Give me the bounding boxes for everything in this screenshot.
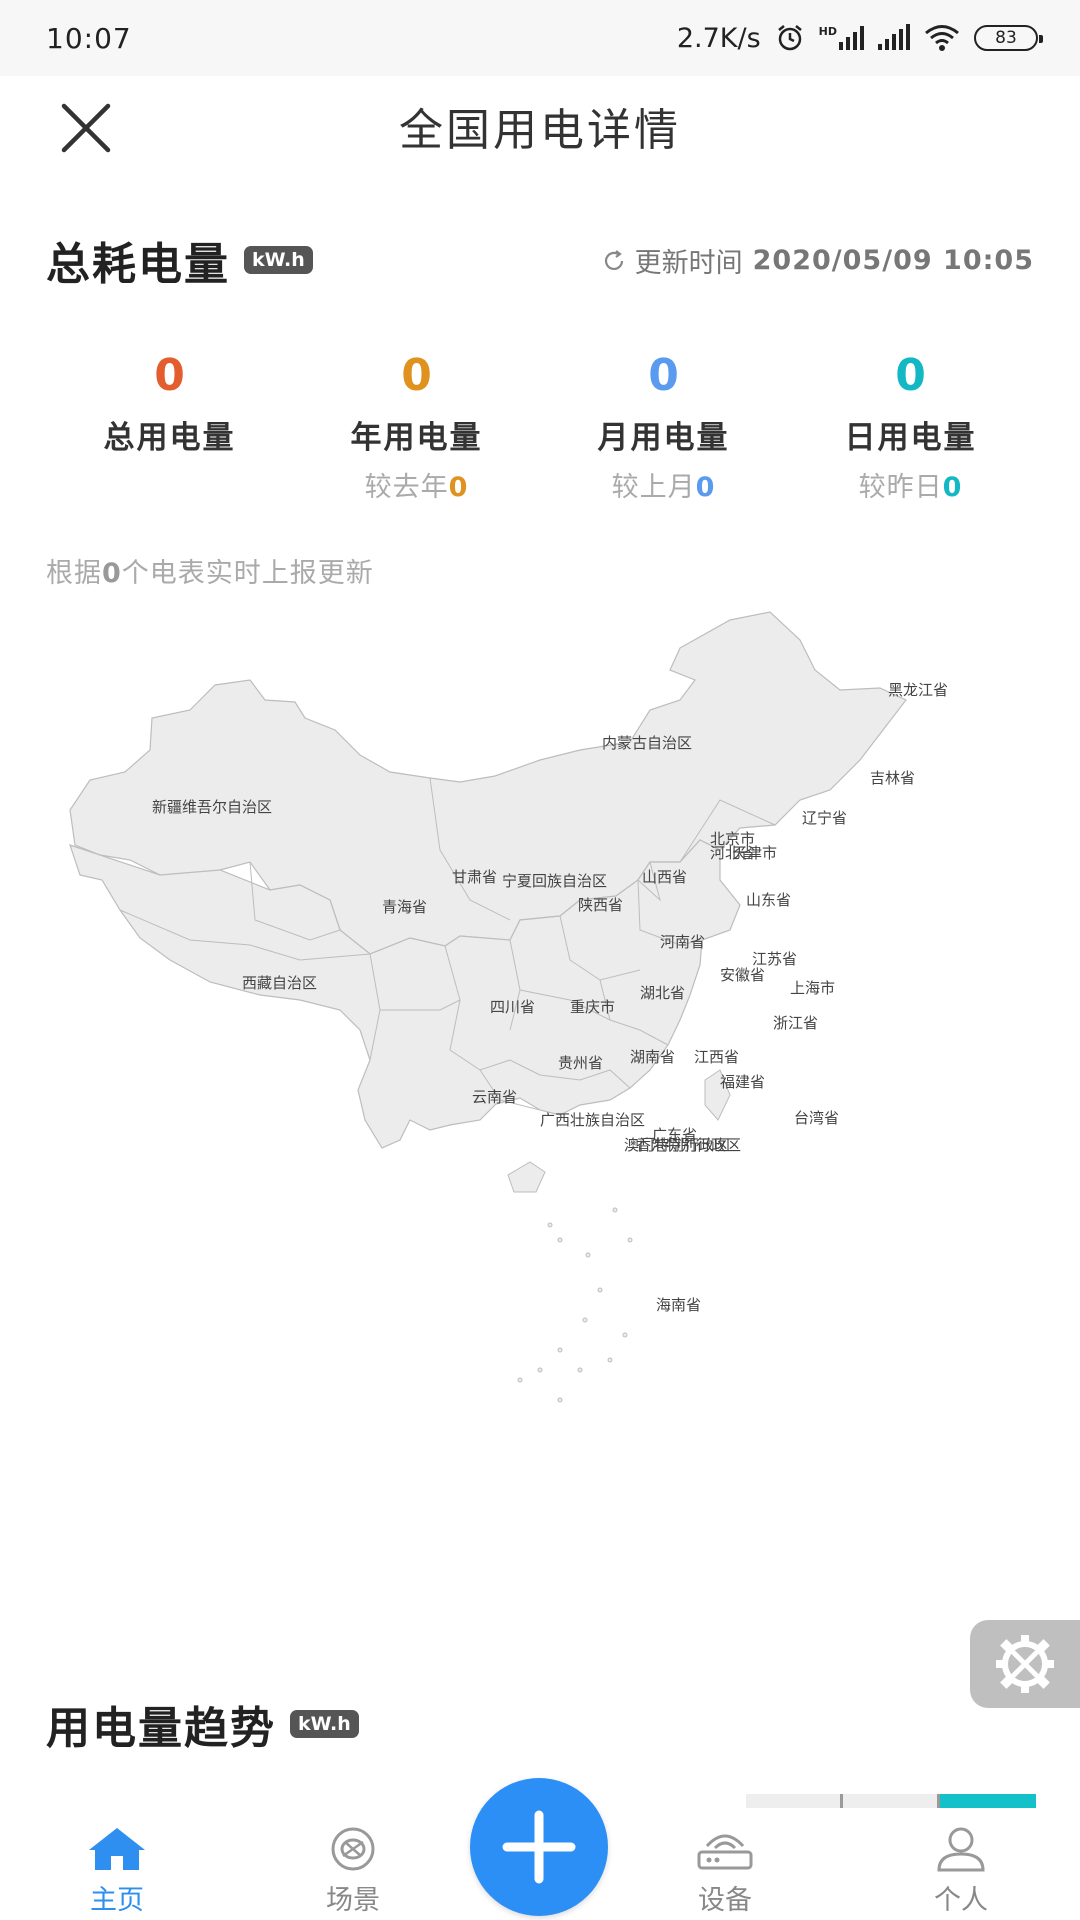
- stats-row: 0 总用电量 0 年用电量 较去年0 0 月用电量 较上月0 0 日用电量 较昨…: [46, 350, 1034, 504]
- trend-header: 用电量趋势 kW.h: [46, 1692, 359, 1756]
- label-hainan: 海南省: [656, 1296, 701, 1314]
- stat-year-label: 年用电量: [350, 420, 483, 456]
- stat-year: 0 年用电量 较去年0: [293, 350, 540, 504]
- stat-day: 0 日用电量 较昨日0: [787, 350, 1034, 504]
- trend-range-segment[interactable]: [746, 1794, 840, 1808]
- label-jiangxi: 江西省: [694, 1048, 739, 1066]
- stat-year-compare-label: 较去年: [364, 472, 449, 503]
- stat-month-compare-value: 0: [695, 472, 716, 503]
- china-map[interactable]: 黑龙江省 吉林省 辽宁省 内蒙古自治区 新疆维吾尔自治区 北京市 天津市 河北省…: [40, 600, 1040, 1460]
- label-guangxi: 广西壮族自治区: [540, 1111, 645, 1129]
- label-heilongjiang: 黑龙江省: [888, 681, 948, 699]
- update-time-label: 更新时间: [634, 248, 743, 279]
- stat-day-compare-label: 较昨日: [858, 472, 943, 503]
- label-henan: 河南省: [660, 933, 705, 951]
- label-taiwan: 台湾省: [794, 1109, 839, 1127]
- nav-profile[interactable]: 个人: [896, 1826, 1026, 1917]
- status-time: 10:07: [46, 21, 132, 55]
- stat-year-compare-value: 0: [448, 472, 469, 503]
- gear-wrench-icon: [996, 1635, 1054, 1693]
- battery-icon: 83: [974, 25, 1043, 51]
- consumption-header: 总耗电量 kW.h: [46, 228, 313, 292]
- label-neimenggu: 内蒙古自治区: [602, 734, 692, 752]
- nav-device-label: 设备: [698, 1885, 752, 1916]
- label-fujian: 福建省: [720, 1073, 765, 1091]
- meter-count: 0: [102, 558, 122, 589]
- label-zhejiang: 浙江省: [773, 1014, 818, 1032]
- home-icon: [89, 1828, 145, 1870]
- status-bar: 10:07 2.7K/s HD 83: [0, 0, 1080, 76]
- trend-unit-badge: kW.h: [290, 1710, 359, 1738]
- label-hebei: 河北省: [710, 844, 755, 862]
- stat-total-label: 总用电量: [103, 420, 236, 456]
- stat-total-value: 0: [154, 350, 185, 401]
- plus-icon: [502, 1810, 576, 1884]
- stat-month-compare: 较上月0: [540, 465, 787, 504]
- label-gansu: 甘肃省: [452, 868, 497, 886]
- label-macau: 澳门特别行政区: [624, 1136, 729, 1154]
- source-prefix: 根据: [46, 558, 102, 589]
- stat-day-label: 日用电量: [844, 420, 977, 456]
- stat-year-compare: 较去年0: [293, 465, 540, 504]
- stat-day-value: 0: [895, 350, 926, 401]
- label-shanxi: 山西省: [642, 868, 687, 886]
- unit-badge: kW.h: [244, 246, 313, 274]
- stat-total: 0 总用电量: [46, 350, 293, 504]
- label-xinjiang: 新疆维吾尔自治区: [152, 798, 272, 816]
- update-time-box: 更新时间 2020/05/09 10:05: [601, 241, 1034, 280]
- router-icon: [697, 1834, 753, 1870]
- stat-month-label: 月用电量: [597, 420, 730, 456]
- app-header: 全国用电详情: [0, 76, 1080, 176]
- label-xizang: 西藏自治区: [242, 974, 317, 992]
- hd-label: HD: [818, 25, 837, 38]
- source-note: 根据0个电表实时上报更新: [46, 551, 374, 590]
- label-anhui: 安徽省: [720, 966, 765, 984]
- nav-home[interactable]: 主页: [52, 1826, 182, 1917]
- nav-scene-label: 场景: [326, 1885, 380, 1916]
- label-hubei: 湖北省: [640, 984, 685, 1002]
- nav-home-label: 主页: [90, 1885, 144, 1916]
- trend-range-segment[interactable]: [843, 1794, 937, 1808]
- label-ningxia: 宁夏回族自治区: [502, 872, 607, 890]
- label-chongqing: 重庆市: [570, 998, 615, 1016]
- refresh-icon[interactable]: [601, 248, 627, 274]
- stat-month: 0 月用电量 较上月0: [540, 350, 787, 504]
- label-liaoning: 辽宁省: [802, 809, 847, 827]
- signal-icon: [878, 24, 910, 50]
- status-icons: 2.7K/s HD 83: [676, 22, 1043, 54]
- page-title: 全国用电详情: [399, 105, 681, 156]
- stat-month-compare-label: 较上月: [611, 472, 696, 503]
- label-shaanxi: 陕西省: [578, 896, 623, 914]
- label-sichuan: 四川省: [490, 998, 535, 1016]
- source-suffix: 个电表实时上报更新: [121, 558, 374, 589]
- label-qinghai: 青海省: [382, 898, 427, 916]
- update-time-value: 2020/05/09 10:05: [752, 245, 1034, 276]
- trend-range-selector[interactable]: [746, 1794, 1036, 1808]
- trend-title: 用电量趋势: [46, 1703, 276, 1754]
- stat-month-value: 0: [648, 350, 679, 401]
- nav-scene[interactable]: 场景: [288, 1826, 418, 1917]
- alarm-icon: [777, 25, 802, 51]
- nav-device[interactable]: 设备: [660, 1826, 790, 1917]
- hd-signal-icon: HD: [819, 26, 864, 50]
- stat-year-value: 0: [401, 350, 432, 401]
- label-shandong: 山东省: [746, 891, 791, 909]
- label-shanghai: 上海市: [790, 979, 835, 997]
- label-guizhou: 贵州省: [558, 1054, 603, 1072]
- add-button[interactable]: [470, 1778, 608, 1916]
- consumption-title: 总耗电量: [46, 239, 230, 290]
- tools-settings-button[interactable]: [970, 1620, 1080, 1708]
- stat-day-compare-value: 0: [942, 472, 963, 503]
- label-hunan: 湖南省: [630, 1048, 675, 1066]
- trend-range-segment-active[interactable]: [940, 1794, 1036, 1808]
- label-jilin: 吉林省: [870, 769, 915, 787]
- wifi-icon: [925, 25, 959, 51]
- nav-profile-label: 个人: [934, 1885, 988, 1916]
- person-icon: [937, 1827, 985, 1872]
- stat-day-compare: 较昨日0: [787, 465, 1034, 504]
- scene-icon: [331, 1827, 375, 1871]
- label-yunnan: 云南省: [472, 1088, 517, 1106]
- network-speed: 2.7K/s: [676, 22, 761, 54]
